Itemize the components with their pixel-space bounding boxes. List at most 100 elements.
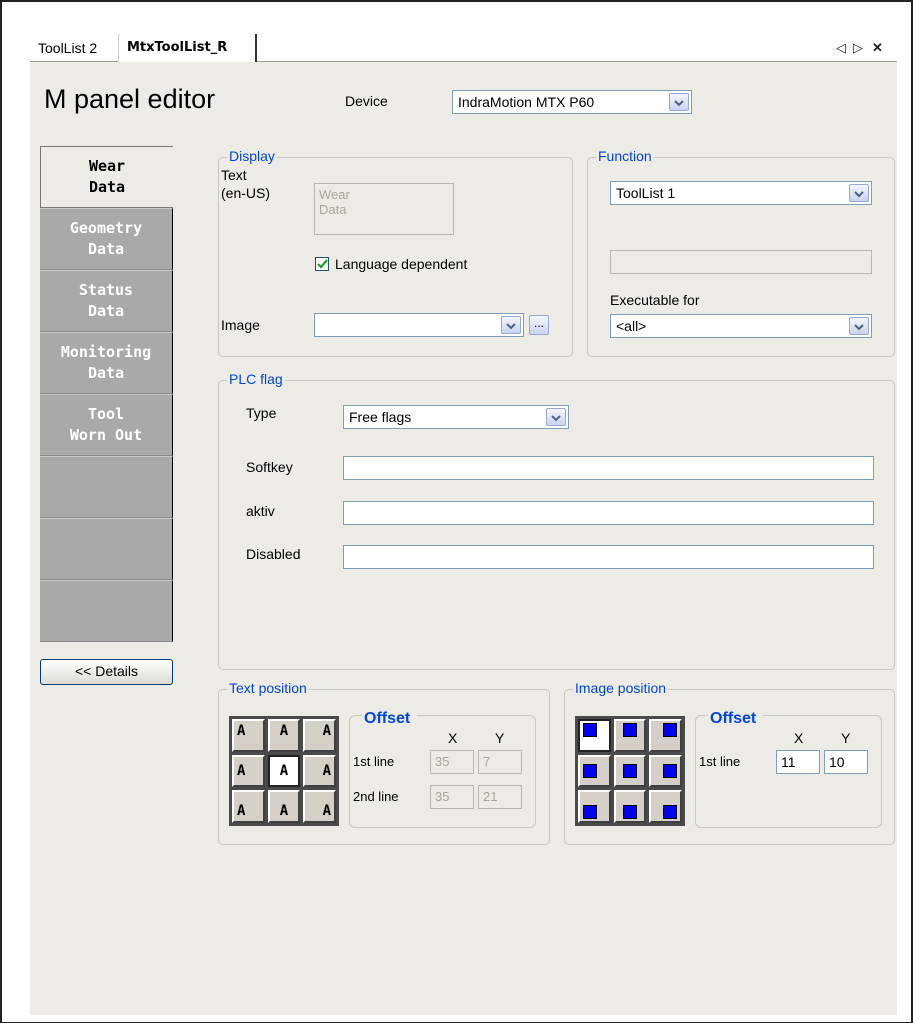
chevron-down-icon[interactable] — [849, 184, 869, 202]
image-align-middle-left[interactable] — [578, 754, 611, 788]
close-icon[interactable]: ✕ — [872, 34, 883, 62]
display-text-field: Wear Data — [314, 183, 454, 235]
vtab-line: Data — [87, 240, 125, 258]
chevron-down-icon[interactable] — [501, 316, 521, 334]
vtab-empty[interactable] — [40, 518, 173, 580]
image-select[interactable] — [314, 313, 524, 337]
document-tab-strip: ToolList 2 MtxToolList_R ◁ ▷ ✕ — [30, 34, 897, 62]
vtab-tool-worn-out[interactable]: Tool Worn Out — [40, 394, 173, 456]
align-top-center[interactable]: A — [267, 719, 301, 752]
text-line1-x: 35 — [430, 750, 474, 774]
align-top-right[interactable]: A — [303, 719, 336, 752]
tab-toollist-2[interactable]: ToolList 2 — [30, 34, 118, 62]
aktiv-label: aktiv — [246, 503, 275, 519]
image-line1-x[interactable]: 11 — [776, 750, 820, 774]
vtab-line: Geometry — [69, 219, 143, 237]
executable-for-select[interactable]: <all> — [610, 314, 872, 338]
display-text-line: Data — [319, 202, 347, 217]
text-label-line: Text — [221, 167, 247, 183]
image-align-top-center[interactable] — [613, 719, 647, 752]
align-top-left[interactable]: A — [232, 719, 265, 752]
executable-for-value: <all> — [616, 318, 647, 334]
position-marker-icon — [583, 763, 597, 778]
image-offset-group: Offset X Y 1st line 11 10 — [695, 710, 882, 828]
plc-type-select[interactable]: Free flags — [343, 405, 569, 429]
text-line1-y: 7 — [478, 750, 522, 774]
plc-type-value: Free flags — [349, 409, 412, 425]
vtab-wear-data[interactable]: Wear Data — [40, 146, 173, 208]
image-align-middle-right[interactable] — [649, 754, 682, 788]
chevron-down-icon[interactable] — [546, 408, 566, 426]
image-align-bottom-center[interactable] — [613, 790, 647, 823]
text-position-group-title: Text position — [227, 680, 309, 696]
vtab-geometry-data[interactable]: Geometry Data — [40, 208, 173, 270]
align-middle-right[interactable]: A — [303, 754, 336, 788]
browse-image-button[interactable]: ... — [529, 315, 549, 335]
align-bottom-right[interactable]: A — [303, 790, 336, 823]
image-align-middle-center[interactable] — [613, 754, 647, 788]
device-value: IndraMotion MTX P60 — [458, 94, 595, 110]
text-alignment-grid: A A A A A A A A A — [229, 716, 339, 826]
align-bottom-left[interactable]: A — [232, 790, 265, 823]
position-marker-icon — [583, 805, 597, 819]
display-group: Display Text (en-US) Wear Data Language … — [218, 148, 573, 357]
tab-scroll-left-icon[interactable]: ◁ — [836, 34, 846, 62]
text-line2-y: 21 — [478, 785, 522, 809]
image-line1-y[interactable]: 10 — [824, 750, 868, 774]
disabled-label: Disabled — [246, 546, 301, 562]
device-select[interactable]: IndraMotion MTX P60 — [452, 90, 692, 114]
vtab-line: Wear — [88, 157, 126, 175]
position-marker-icon — [622, 723, 637, 737]
vtab-line: Data — [87, 302, 125, 320]
vtab-status-data[interactable]: Status Data — [40, 270, 173, 332]
image-align-bottom-right[interactable] — [649, 790, 682, 823]
position-marker-icon — [622, 763, 637, 778]
y-label: Y — [841, 730, 851, 746]
align-bottom-center[interactable]: A — [267, 790, 301, 823]
position-marker-icon — [583, 723, 597, 737]
executable-for-label: Executable for — [610, 292, 700, 308]
vtab-line: Data — [88, 178, 126, 196]
image-align-top-right[interactable] — [649, 719, 682, 752]
text-label-lang: (en-US) — [221, 185, 271, 201]
text-line2-x: 35 — [430, 785, 474, 809]
details-button[interactable]: << Details — [40, 659, 173, 685]
position-marker-icon — [663, 723, 677, 737]
align-middle-center[interactable]: A — [267, 754, 301, 788]
vtab-empty[interactable] — [40, 456, 173, 518]
function-select[interactable]: ToolList 1 — [610, 181, 872, 205]
function-group: Function ToolList 1 Executable for <all> — [587, 148, 895, 357]
page-title: M panel editor — [44, 84, 216, 114]
align-middle-left[interactable]: A — [232, 754, 265, 788]
function-value: ToolList 1 — [616, 185, 676, 201]
first-line-label: 1st line — [353, 754, 395, 769]
image-label: Image — [221, 317, 260, 333]
language-dependent-label[interactable]: Language dependent — [335, 256, 467, 272]
chevron-down-icon[interactable] — [669, 93, 689, 111]
image-position-group: Image position Offset X Y 1st line 11 10 — [564, 680, 895, 845]
tab-mtxtoollist-r[interactable]: MtxToolList_R — [118, 34, 257, 62]
display-text-line: Wear — [319, 187, 350, 202]
vtab-line: Monitoring — [60, 343, 152, 361]
x-label: X — [448, 730, 458, 746]
softkey-input[interactable] — [343, 456, 874, 480]
chevron-down-icon[interactable] — [849, 317, 869, 335]
vtab-empty[interactable] — [40, 580, 173, 642]
editor-panel: M panel editor Device IndraMotion MTX P6… — [30, 62, 897, 1015]
vtab-monitoring-data[interactable]: Monitoring Data — [40, 332, 173, 394]
image-align-top-left[interactable] — [578, 719, 611, 752]
y-label: Y — [495, 730, 505, 746]
position-marker-icon — [663, 805, 677, 819]
language-dependent-checkbox[interactable] — [315, 257, 329, 271]
text-offset-group: Offset X Y 1st line 35 7 2nd line 35 21 — [349, 710, 536, 828]
position-marker-icon — [622, 805, 637, 819]
disabled-input[interactable] — [343, 545, 874, 569]
aktiv-input[interactable] — [343, 501, 874, 525]
plc-flag-group-title: PLC flag — [227, 371, 285, 387]
x-label: X — [794, 730, 804, 746]
text-label: Text (en-US) — [221, 166, 270, 202]
image-align-bottom-left[interactable] — [578, 790, 611, 823]
vtab-line: Status — [78, 281, 134, 299]
tab-scroll-right-icon[interactable]: ▷ — [853, 34, 863, 62]
image-alignment-grid — [575, 716, 685, 826]
